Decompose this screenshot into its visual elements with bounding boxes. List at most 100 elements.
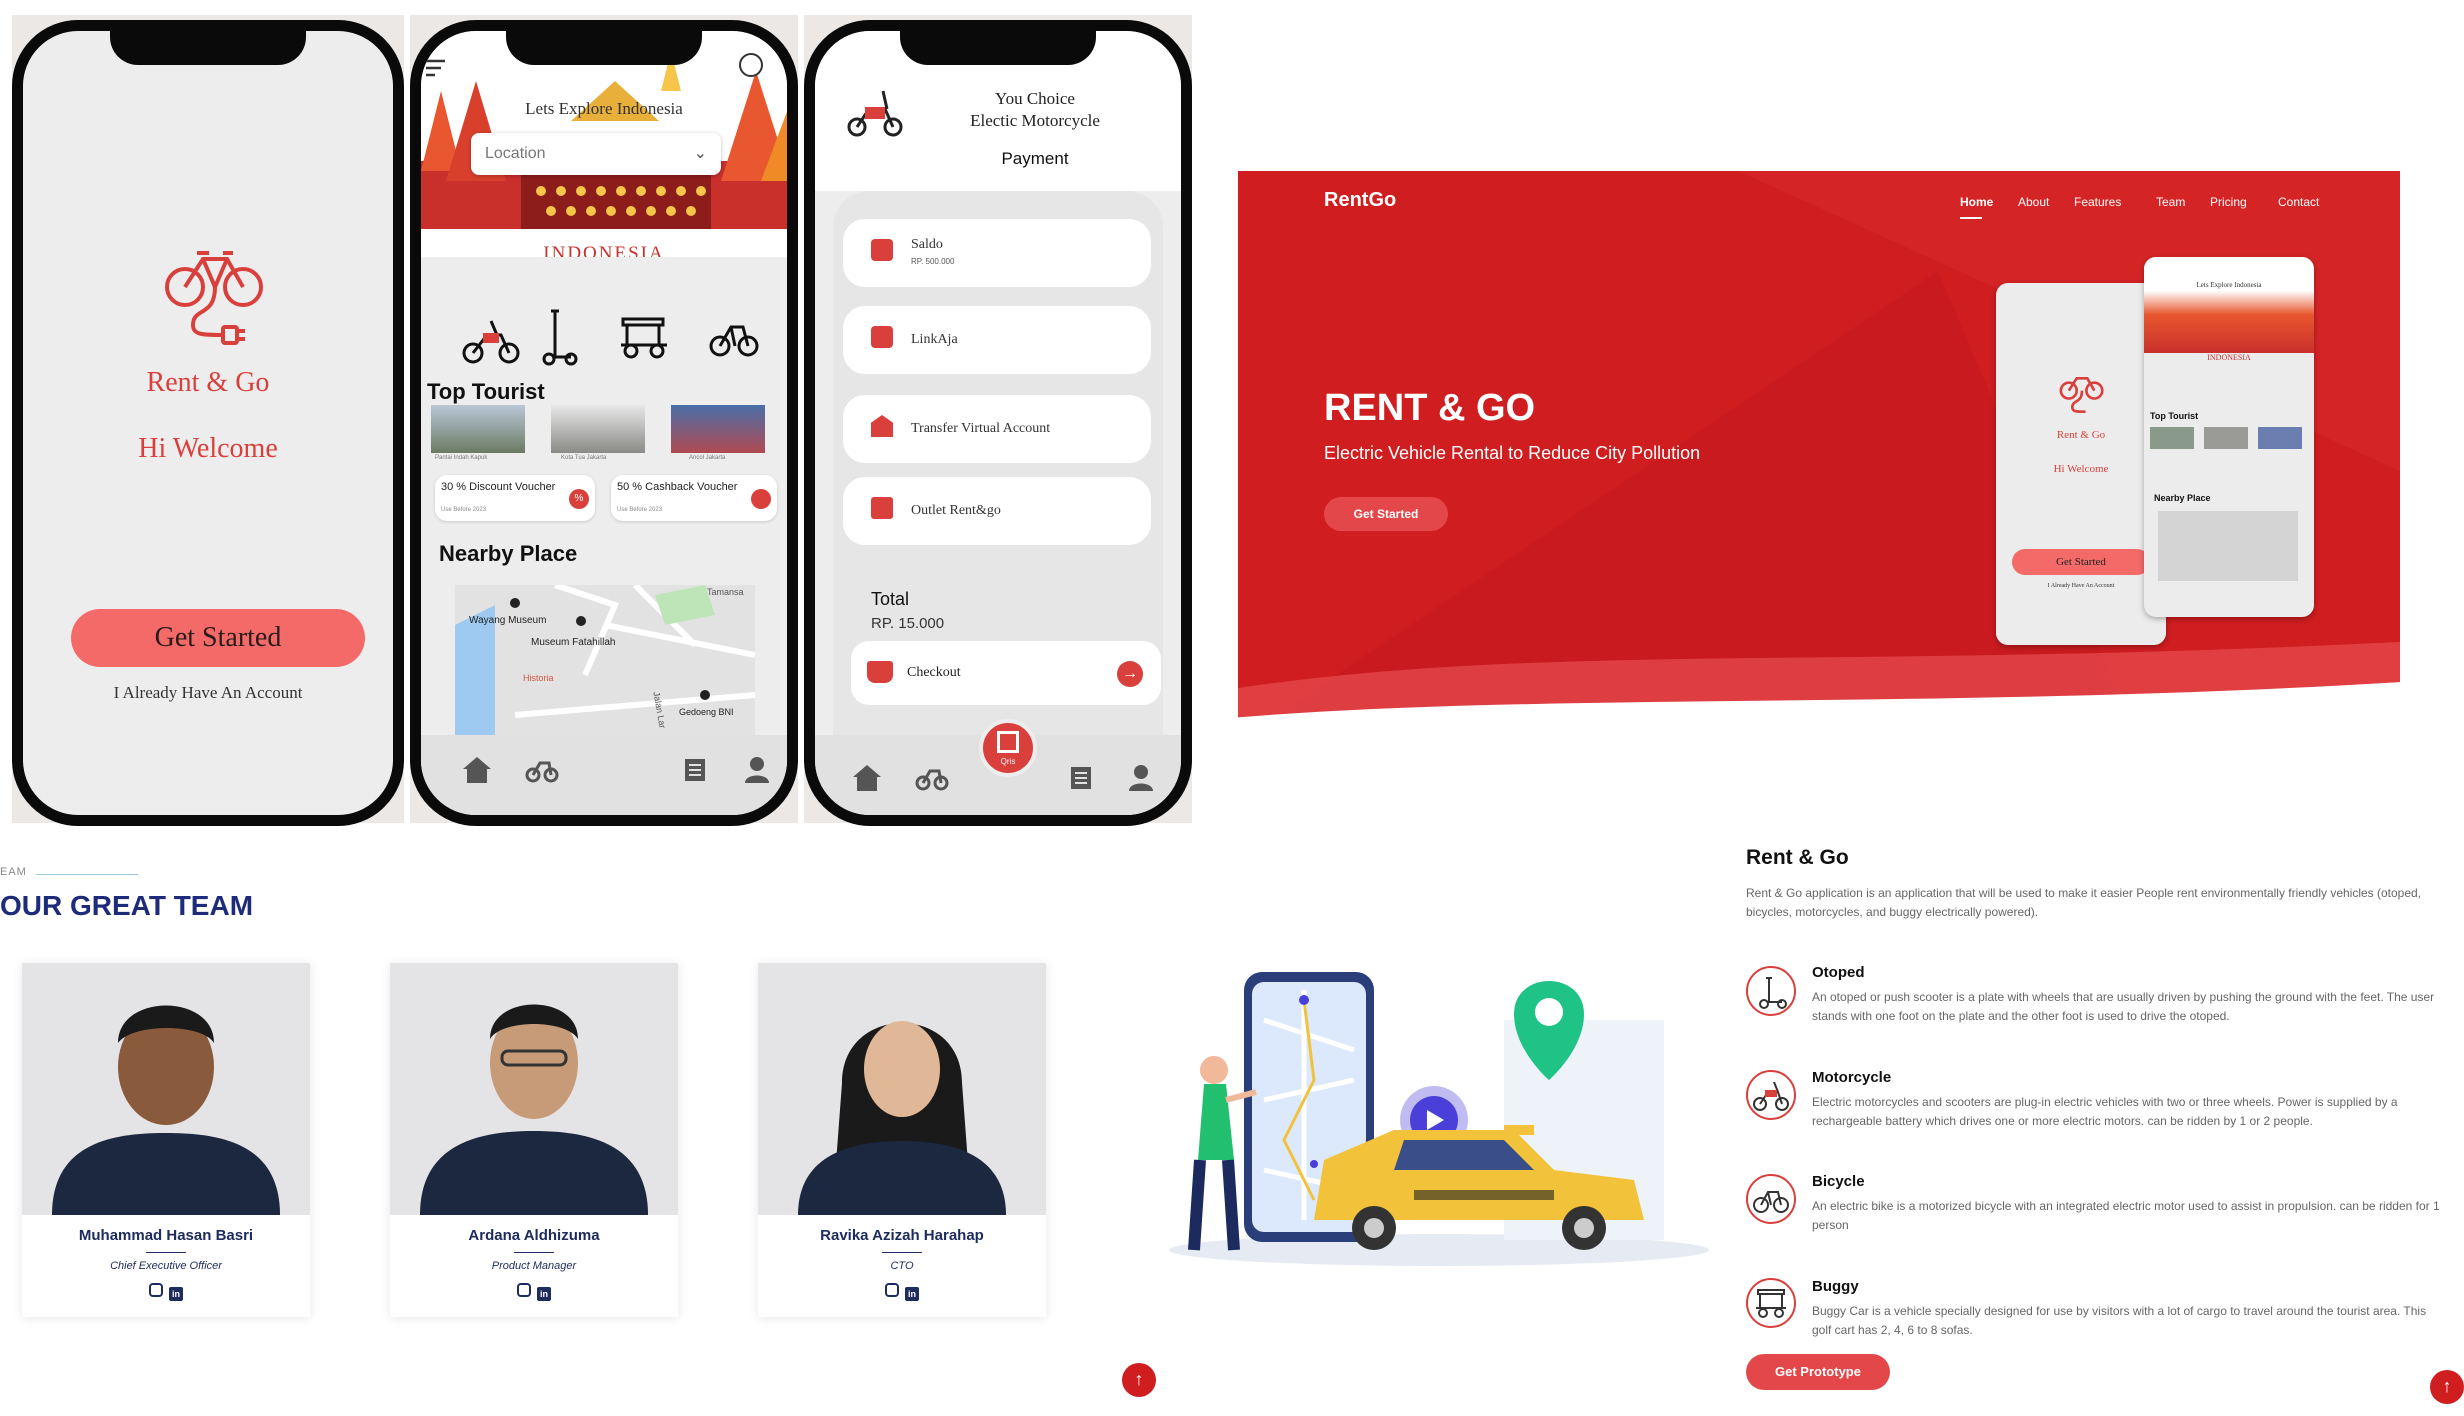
buggy-icon[interactable] [617, 315, 671, 361]
team-heading: OUR GREAT TEAM [0, 890, 254, 921]
discount-voucher-card[interactable]: 30 % Discount Voucher Use Before 2023 % [435, 475, 595, 521]
instagram-icon[interactable] [885, 1283, 899, 1297]
about-intro: Rent & Go application is an application … [1746, 886, 2422, 919]
location-input[interactable]: Location ⌄ [471, 133, 721, 175]
voucher-title: 30 % Discount Voucher [441, 481, 556, 493]
feature-title: Motorcycle [1812, 1069, 1892, 1086]
tourist-photo[interactable] [431, 405, 525, 453]
nav-about[interactable]: About [2018, 195, 2049, 209]
user-icon[interactable] [743, 755, 771, 783]
eyebrow-line [36, 874, 138, 875]
member-name: Muhammad Hasan Basri [78, 1227, 254, 1244]
map-label: Historia [523, 673, 554, 683]
tourist-gallery: Pantai Indah Kapuk Kota Tua Jakarta Anco… [431, 405, 787, 469]
linkedin-icon[interactable]: in [169, 1287, 183, 1301]
profile-avatar-icon[interactable] [739, 53, 763, 77]
instagram-icon[interactable] [149, 1283, 163, 1297]
bicycle-icon [1746, 1174, 1796, 1224]
team-member-card: Ravika Azizah Harahap CTO in [758, 963, 1046, 1317]
menu-icon[interactable] [421, 53, 451, 88]
hero-get-started-button[interactable]: Get Started [1324, 497, 1448, 531]
transfer-option[interactable]: Transfer Virtual Account [843, 395, 1151, 463]
feature-title: Otoped [1812, 964, 1865, 981]
member-role: CTO [890, 1260, 914, 1272]
bicycle-icon[interactable] [709, 315, 759, 359]
user-icon[interactable] [1127, 763, 1155, 791]
welcome-text: Hi Welcome [138, 433, 278, 464]
scroll-top-button[interactable]: ↑ [1122, 1363, 1156, 1397]
feature-desc: An otoped or push scooter is a plate wit… [1812, 990, 2435, 1023]
motorcycle-icon[interactable] [461, 311, 521, 365]
bike-tab-icon[interactable] [525, 757, 559, 783]
hero-title: RENT & GO [1324, 387, 1536, 429]
location-placeholder: Location [485, 145, 546, 162]
have-account-link[interactable]: I Already Have An Account [23, 683, 393, 703]
chevron-down-icon: ⌄ [693, 145, 707, 162]
brand-logo[interactable]: RentGo [1324, 189, 1396, 212]
nearby-place-title: Nearby Place [439, 541, 578, 566]
get-prototype-button[interactable]: Get Prototype [1746, 1354, 1890, 1390]
total-label: Total [871, 589, 910, 609]
member-photo [390, 963, 678, 1215]
list-icon[interactable] [683, 757, 707, 783]
get-started-button[interactable]: Get Started [71, 609, 365, 667]
phone-notch [900, 31, 1096, 65]
mockup-explore-phone: Lets Explore Indonesia INDONESIA Top Tou… [2144, 257, 2314, 617]
cashback-voucher-card[interactable]: 50 % Cashback Voucher Use Before 2023 [611, 475, 777, 521]
map-label: Gedoeng BNI [679, 707, 734, 717]
member-photo [22, 963, 310, 1215]
list-icon[interactable] [1069, 765, 1093, 791]
linkaja-option[interactable]: LinkAja [843, 306, 1151, 374]
home-icon[interactable] [851, 763, 883, 793]
mockup-top-tourist: Top Tourist [2150, 411, 2199, 421]
hero-banner: RentGo Home About Features Team Pricing … [1238, 171, 2400, 741]
qris-button[interactable]: Qris [979, 719, 1037, 777]
tourist-caption: Ancol Jakarta [689, 455, 726, 461]
checkout-button[interactable]: Checkout → [851, 641, 1161, 705]
name-divider [146, 1252, 186, 1253]
linkedin-icon[interactable]: in [905, 1287, 919, 1301]
nav-pricing[interactable]: Pricing [2210, 195, 2247, 209]
nav-contact[interactable]: Contact [2278, 195, 2319, 209]
instagram-icon[interactable] [517, 1283, 531, 1297]
bottom-tab-bar [421, 735, 787, 815]
tourist-caption: Kota Tua Jakarta [561, 455, 607, 461]
bike-tab-icon[interactable] [915, 765, 949, 791]
bicycle-plug-logo-icon [2059, 376, 2104, 414]
member-socials: in [758, 1283, 1046, 1302]
nearby-map[interactable]: Tamansa Wayang Museum Museum Fatahillah … [455, 585, 755, 737]
mockup-header-art [2144, 257, 2314, 353]
mockup-get-started: Get Started [2012, 549, 2150, 575]
feature-desc: Electric motorcycles and scooters are pl… [1812, 1095, 2398, 1128]
scroll-top-button[interactable]: ↑ [2430, 1370, 2464, 1404]
arrow-right-icon: → [1117, 661, 1143, 687]
nav-home[interactable]: Home [1960, 195, 1993, 209]
feature-desc: An electric bike is a motorized bicycle … [1812, 1199, 2440, 1232]
mockup-map [2158, 511, 2298, 581]
linkedin-icon[interactable]: in [537, 1287, 551, 1301]
outlet-label: Outlet Rent&go [911, 503, 1001, 518]
mockup-title: Rent & Go [2056, 429, 2106, 441]
phone-payment-screen: You Choice Electic Motorcycle Payment Sa… [804, 20, 1192, 826]
member-socials: in [22, 1283, 310, 1302]
qris-label: Qris [1000, 757, 1016, 766]
total-value: RP. 15.000 [871, 615, 945, 632]
nav-team[interactable]: Team [2156, 195, 2185, 209]
mockup-account: I Already Have An Account [2047, 583, 2115, 589]
taxi-map-illustration [1169, 972, 1709, 1266]
tourist-caption: Pantai Indah Kapuk [435, 455, 488, 461]
payment-title: Payment [1001, 149, 1069, 168]
mockup-welcome-phone: Rent & Go Hi Welcome Get Started I Alrea… [1996, 283, 2166, 645]
cashback-badge-icon [751, 489, 771, 509]
scooter-icon[interactable] [539, 307, 579, 367]
saldo-option[interactable]: Saldo RP. 500.000 [843, 219, 1151, 287]
electric-motorcycle-icon [847, 90, 903, 137]
home-icon[interactable] [461, 755, 493, 785]
tourist-photo[interactable] [671, 405, 765, 453]
buggy-icon [1746, 1278, 1796, 1328]
nav-active-underline [1960, 217, 1982, 219]
tourist-photo[interactable] [551, 405, 645, 453]
phone-welcome-screen: Rent & Go Hi Welcome Get Started I Alrea… [12, 20, 404, 826]
nav-features[interactable]: Features [2074, 195, 2121, 209]
outlet-option[interactable]: Outlet Rent&go [843, 477, 1151, 545]
